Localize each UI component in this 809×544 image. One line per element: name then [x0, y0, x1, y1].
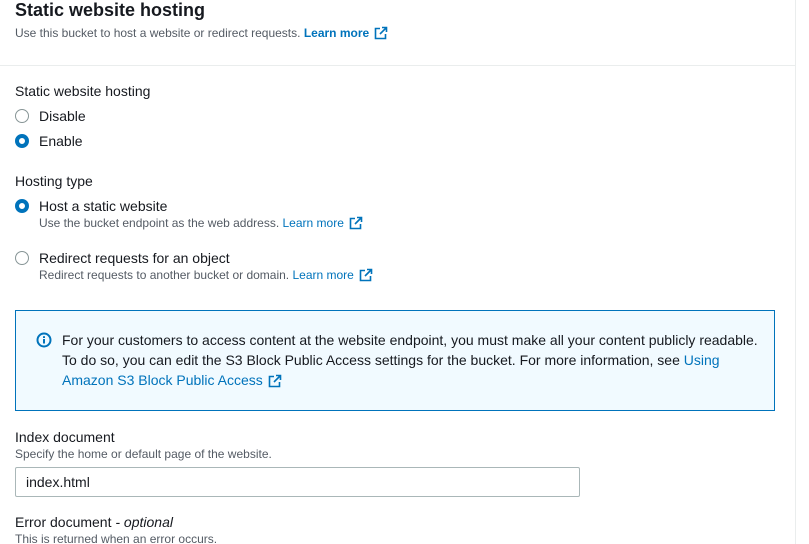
- redirect-learn-more-label: Learn more: [292, 268, 354, 282]
- panel-title: Static website hosting: [15, 0, 206, 20]
- info-alert: For your customers to access content at …: [15, 310, 775, 411]
- external-link-icon: [359, 268, 373, 282]
- error-document-label: Error document - optional: [15, 513, 173, 531]
- hosting-type-label: Hosting type: [15, 173, 93, 189]
- info-icon: [36, 332, 52, 348]
- radio-host-static-website-description: Use the bucket endpoint as the web addre…: [39, 216, 363, 231]
- static-website-hosting-panel: Static website hosting Use this bucket t…: [0, 0, 809, 544]
- panel-header: Static website hosting Use this bucket t…: [0, 0, 795, 66]
- error-document-description: This is returned when an error occurs.: [15, 532, 218, 544]
- radio-host-static-website-label: Host a static website: [39, 198, 168, 214]
- host-static-learn-more-label: Learn more: [282, 216, 344, 230]
- error-document-optional-tag: - optional: [115, 514, 173, 530]
- host-static-learn-more-link[interactable]: Learn more: [283, 216, 363, 230]
- header-learn-more-link[interactable]: Learn more: [304, 26, 388, 40]
- radio-disable-label: Disable: [39, 108, 86, 124]
- external-link-icon: [374, 26, 388, 40]
- redirect-learn-more-link[interactable]: Learn more: [292, 268, 373, 282]
- index-document-label: Index document: [15, 429, 115, 445]
- panel-subtitle: Use this bucket to host a website or red…: [15, 25, 388, 41]
- radio-host-static-website-control[interactable]: [15, 199, 29, 213]
- info-alert-text: For your customers to access content at …: [62, 330, 762, 390]
- error-document-label-text: Error document: [15, 514, 112, 530]
- index-document-input[interactable]: [15, 467, 580, 497]
- radio-enable-control[interactable]: [15, 134, 29, 148]
- external-link-icon: [268, 374, 282, 388]
- hosting-label: Static website hosting: [15, 83, 151, 99]
- radio-enable-label: Enable: [39, 133, 83, 149]
- external-link-icon: [349, 216, 363, 230]
- panel-subtitle-text: Use this bucket to host a website or red…: [15, 26, 301, 40]
- index-document-description: Specify the home or default page of the …: [15, 447, 272, 461]
- header-learn-more-label: Learn more: [303, 26, 370, 40]
- radio-redirect-requests-description: Redirect requests to another bucket or d…: [39, 268, 373, 283]
- radio-redirect-requests-control[interactable]: [15, 251, 29, 265]
- radio-redirect-requests-label: Redirect requests for an object: [39, 250, 230, 266]
- radio-disable-control[interactable]: [15, 109, 29, 123]
- panel-right-border: [795, 0, 796, 544]
- host-static-description-text: Use the bucket endpoint as the web addre…: [39, 216, 280, 230]
- redirect-description-text: Redirect requests to another bucket or d…: [39, 268, 290, 282]
- info-alert-message: For your customers to access content at …: [62, 332, 758, 368]
